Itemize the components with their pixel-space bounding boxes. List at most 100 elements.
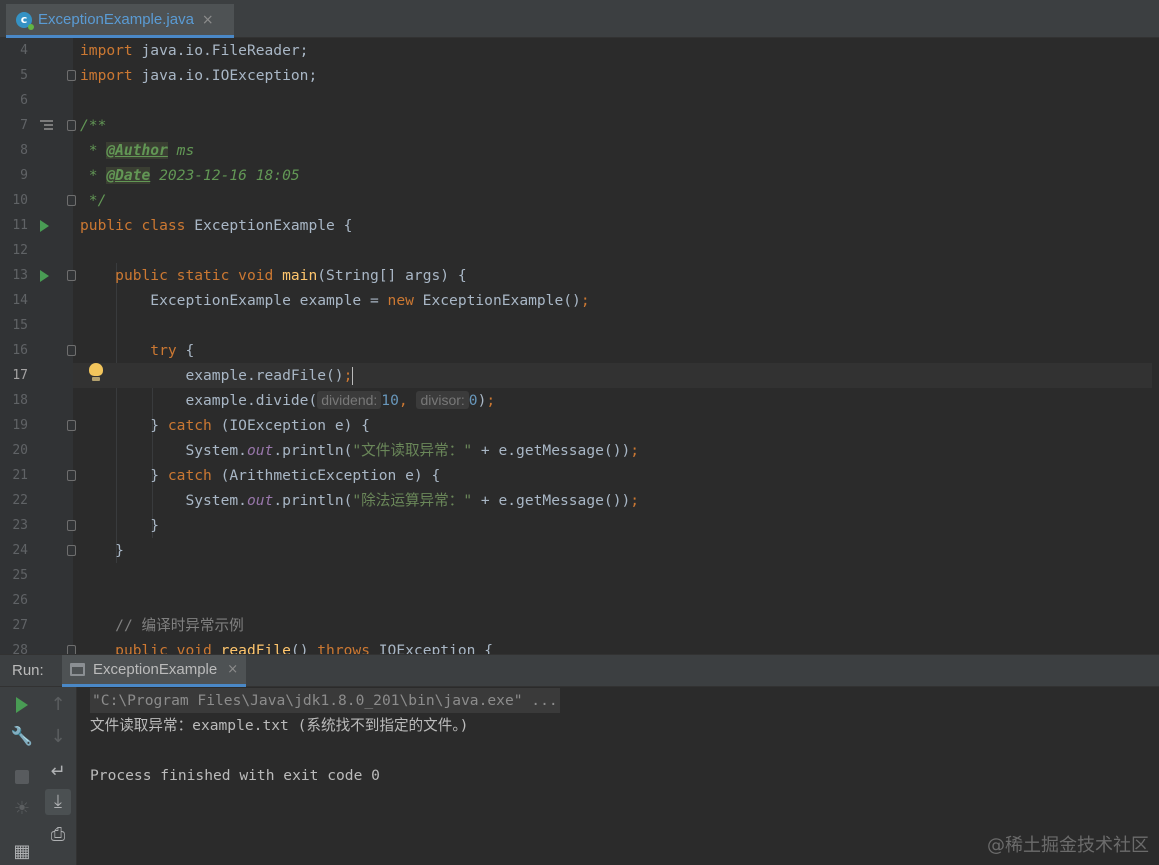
line-number: 22 (12, 493, 28, 508)
code-line-8: * @Author ms (80, 142, 195, 159)
fold-marker-icon[interactable] (67, 120, 76, 131)
param-hint-dividend: dividend: (317, 391, 382, 409)
line-number: 14 (12, 293, 28, 308)
debug-button[interactable]: ☀ (9, 796, 35, 822)
fold-marker-icon[interactable] (67, 195, 76, 206)
code-line-11: public class ExceptionExample { (80, 217, 353, 234)
code-line-13: public static void main(String[] args) { (115, 267, 467, 284)
tab-label: ExceptionExample.java (38, 11, 194, 28)
code-line-7: /** (80, 117, 107, 134)
line-number: 10 (12, 193, 28, 208)
wrench-icon: 🔧 (10, 726, 34, 747)
watermark: @稀土掘金技术社区 (987, 835, 1149, 856)
run-tab-exception-example[interactable]: ExceptionExample × (62, 655, 246, 687)
rerun-button[interactable] (9, 692, 35, 718)
bug-icon: ☀ (13, 798, 31, 819)
layout-icon: ▦ (13, 841, 31, 862)
line-number: 27 (12, 618, 28, 633)
run-gutter-icon[interactable] (40, 270, 49, 282)
play-icon (16, 697, 28, 713)
console-exit-line: Process finished with exit code 0 (90, 767, 380, 784)
scroll-down-button[interactable]: ↓ (45, 724, 71, 750)
scroll-up-button[interactable]: ↑ (45, 692, 71, 718)
line-number: 20 (12, 443, 28, 458)
code-line-20: System.out.println("文件读取异常：" + e.getMess… (185, 442, 640, 459)
line-number: 6 (20, 93, 28, 108)
fold-marker-icon[interactable] (67, 545, 76, 556)
param-hint-divisor: divisor: (416, 391, 469, 409)
close-icon[interactable]: × (227, 662, 238, 677)
gutter-line: 26 (0, 588, 73, 613)
line-number: 4 (20, 43, 28, 58)
gutter-line: 8 (0, 138, 73, 163)
fold-marker-icon[interactable] (67, 645, 76, 654)
gutter-line: 4 (0, 38, 73, 63)
line-number: 13 (12, 268, 28, 283)
fold-marker-icon[interactable] (67, 345, 76, 356)
gutter-line: 13 (0, 263, 76, 288)
gutter-line: 9 (0, 163, 73, 188)
console-icon (70, 663, 85, 676)
line-number: 11 (12, 218, 28, 233)
gutter-line: 16 (0, 338, 76, 363)
code-line-24: } (115, 542, 124, 559)
code-line-18: example.divide(dividend: 10, divisor: 0); (185, 391, 496, 409)
gutter-line: 17 (0, 363, 73, 388)
fold-marker-icon[interactable] (67, 70, 76, 81)
doc-render-icon[interactable] (40, 120, 53, 130)
gutter-line: 28 (0, 638, 76, 654)
code-line-5: import java.io.IOException; (80, 67, 318, 84)
line-number: 7 (20, 118, 28, 133)
line-number: 28 (12, 643, 28, 654)
gutter-line: 18 (0, 388, 73, 413)
gutter-line: 20 (0, 438, 73, 463)
arrow-down-icon: ↓ (50, 726, 66, 747)
java-class-icon: c (16, 11, 34, 30)
gutter-line: 12 (0, 238, 73, 263)
print-button[interactable]: ⎙ (45, 822, 71, 848)
code-line-9: * @Date 2023-12-16 18:05 (80, 167, 300, 184)
code-line-16: try { (150, 342, 195, 359)
settings-button[interactable]: 🔧 (9, 724, 35, 750)
soft-wrap-button[interactable]: ↵ (45, 759, 71, 785)
line-number: 23 (12, 518, 28, 533)
fold-marker-icon[interactable] (67, 470, 76, 481)
code-line-22: System.out.println("除法运算异常：" + e.getMess… (185, 492, 640, 509)
fold-marker-icon[interactable] (67, 520, 76, 531)
code-line-4: import java.io.FileReader; (80, 42, 309, 59)
stop-button[interactable] (9, 764, 35, 790)
run-panel-title: Run: (12, 662, 44, 679)
fold-marker-icon[interactable] (67, 270, 76, 281)
gutter-line: 25 (0, 563, 73, 588)
gutter-line: 11 (0, 213, 73, 238)
line-number: 15 (12, 318, 28, 333)
code-editor[interactable]: 4 5 6 7 8 9 10 11 12 13 14 15 16 17 18 19 20 21 22 23 24 25 26… (0, 38, 1159, 654)
run-gutter-icon[interactable] (40, 220, 49, 232)
line-number: 19 (12, 418, 28, 433)
line-number: 5 (20, 68, 28, 83)
gutter-line: 14 (0, 288, 73, 313)
code-line-21: } catch (ArithmeticException e) { (150, 467, 441, 484)
gutter-line: 22 (0, 488, 73, 513)
gutter-line: 23 (0, 513, 76, 538)
layout-button[interactable]: ▦ (9, 839, 35, 865)
lightbulb-icon[interactable] (89, 363, 103, 382)
code-line-17-current: example.readFile(); (73, 363, 1152, 388)
tab-exception-example-java[interactable]: c ExceptionExample.java × (6, 4, 234, 38)
scroll-to-end-button[interactable]: ⤓ (45, 789, 71, 815)
line-number: 8 (20, 143, 28, 158)
close-icon[interactable]: × (202, 12, 214, 28)
gutter-line: 7 (0, 113, 76, 138)
line-number: 17 (12, 368, 28, 383)
fold-marker-icon[interactable] (67, 420, 76, 431)
code-line-10: */ (80, 192, 107, 209)
gutter-line: 5 (0, 63, 76, 88)
console-output[interactable]: "C:\Program Files\Java\jdk1.8.0_201\bin\… (90, 687, 560, 812)
run-tool-window-header: Run: ExceptionExample × (0, 654, 1159, 687)
gutter-line: 10 (0, 188, 76, 213)
code-line-19: } catch (IOException e) { (150, 417, 370, 434)
soft-wrap-icon: ↵ (50, 761, 66, 782)
console-command-line[interactable]: "C:\Program Files\Java\jdk1.8.0_201\bin\… (90, 688, 560, 713)
gutter-line: 19 (0, 413, 76, 438)
gutter-line: 21 (0, 463, 76, 488)
